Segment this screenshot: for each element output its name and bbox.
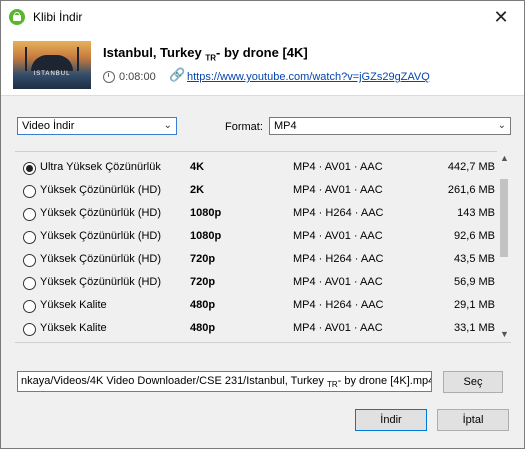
browse-button[interactable]: Seç: [443, 371, 503, 393]
quality-radio[interactable]: [23, 208, 36, 221]
quality-radio[interactable]: [23, 162, 36, 175]
chevron-down-icon: ⌄: [497, 120, 506, 131]
quality-resolution: 720p: [190, 253, 216, 265]
quality-label: Ultra Yüksek Çözünürlük: [40, 161, 161, 173]
quality-size: 33,1 MB: [454, 322, 495, 334]
download-dialog: Klibi İndir ✕ ISTANBUL Istanbul, Turkey …: [0, 0, 525, 449]
chevron-down-icon: ⌄: [163, 120, 172, 131]
quality-size: 56,9 MB: [454, 276, 495, 288]
quality-resolution: 1080p: [190, 207, 222, 219]
download-mode-select[interactable]: Video İndir ⌄: [17, 117, 177, 135]
quality-codec: MP4 · AV01 · AAC: [293, 230, 383, 242]
quality-label: Yüksek Çözünürlük (HD): [40, 207, 162, 219]
scrollbar-thumb[interactable]: [500, 179, 508, 257]
quality-size: 261,6 MB: [447, 184, 495, 196]
quality-resolution: 4K: [190, 161, 205, 173]
quality-option[interactable]: Yüksek Çözünürlük (HD) 720p MP4 · H264 · A…: [15, 250, 495, 273]
window-title: Klibi İndir: [33, 10, 83, 24]
quality-size: 143 MB: [457, 207, 495, 219]
format-label: Format:: [225, 121, 263, 133]
quality-label: Yüksek Kalite: [40, 299, 107, 311]
quality-codec: MP4 · H264 · AAC: [293, 253, 384, 265]
quality-codec: MP4 · H264 · AAC: [293, 207, 384, 219]
video-url-link[interactable]: https://www.youtube.com/watch?v=jGZs29gZ…: [187, 71, 430, 83]
quality-option[interactable]: Yüksek Kalite 480p MP4 · H264 · AAC 29,1 MB: [15, 296, 495, 319]
video-header: ISTANBUL Istanbul, Turkey TR- by drone […: [1, 33, 524, 96]
quality-codec: MP4 · AV01 · AAC: [293, 161, 383, 173]
quality-label: Yüksek Çözünürlük (HD): [40, 230, 162, 242]
quality-size: 442,7 MB: [447, 161, 495, 173]
quality-size: 92,6 MB: [454, 230, 495, 242]
quality-label: Yüksek Kalite: [40, 322, 107, 334]
quality-resolution: 720p: [190, 276, 216, 288]
video-thumbnail: ISTANBUL: [13, 41, 91, 89]
scroll-up-icon[interactable]: ▲: [500, 153, 509, 163]
quality-resolution: 2K: [190, 184, 205, 196]
quality-resolution: 480p: [190, 322, 216, 334]
quality-label: Yüksek Çözünürlük (HD): [40, 276, 162, 288]
link-icon: 🔗: [169, 67, 186, 82]
quality-label: Yüksek Çözünürlük (HD): [40, 184, 162, 196]
quality-option[interactable]: Yüksek Çözünürlük (HD) 720p MP4 · AV01 · A…: [15, 273, 495, 296]
quality-resolution: 1080p: [190, 230, 222, 242]
title-bar: Klibi İndir ✕: [1, 1, 524, 33]
download-button[interactable]: İndir: [355, 409, 427, 431]
scroll-down-icon[interactable]: ▼: [500, 329, 509, 339]
save-path-field[interactable]: nkaya/Videos/4K Video Downloader/CSE 231…: [17, 371, 432, 392]
quality-option[interactable]: Yüksek Çözünürlük (HD) 2K MP4 · AV01 · AAC…: [15, 181, 495, 204]
quality-radio[interactable]: [23, 277, 36, 290]
quality-codec: MP4 · H264 · AAC: [293, 299, 384, 311]
cancel-button[interactable]: İptal: [437, 409, 509, 431]
quality-list: Ultra Yüksek Çözünürlük 4K MP4 · AV01 · AA…: [15, 151, 511, 343]
thumbnail-caption: ISTANBUL: [33, 71, 71, 77]
format-select[interactable]: MP4 ⌄: [269, 117, 511, 135]
quality-radio[interactable]: [23, 185, 36, 198]
quality-option[interactable]: Ultra Yüksek Çözünürlük 4K MP4 · AV01 · AA…: [15, 158, 495, 181]
quality-codec: MP4 · AV01 · AAC: [293, 184, 383, 196]
quality-radio[interactable]: [23, 254, 36, 267]
quality-radio[interactable]: [23, 231, 36, 244]
quality-option[interactable]: Yüksek Kalite 480p MP4 · AV01 · AAC 33,1 MB: [15, 319, 495, 342]
quality-size: 29,1 MB: [454, 299, 495, 311]
quality-option[interactable]: Yüksek Çözünürlük (HD) 1080p MP4 · H264 · …: [15, 204, 495, 227]
quality-radio[interactable]: [23, 323, 36, 336]
video-title: Istanbul, Turkey TR- by drone [4K]: [103, 45, 308, 63]
quality-size: 43,5 MB: [454, 253, 495, 265]
quality-label: Yüksek Çözünürlük (HD): [40, 253, 162, 265]
quality-codec: MP4 · AV01 · AAC: [293, 322, 383, 334]
close-button[interactable]: ✕: [478, 1, 524, 33]
app-lock-icon: [9, 9, 25, 25]
clock-icon: [103, 71, 115, 83]
video-duration: 0:08:00: [119, 71, 156, 83]
quality-list-scrollbar[interactable]: ▲ ▼: [497, 151, 511, 341]
quality-codec: MP4 · AV01 · AAC: [293, 276, 383, 288]
quality-resolution: 480p: [190, 299, 216, 311]
quality-option[interactable]: Yüksek Çözünürlük (HD) 1080p MP4 · AV01 · …: [15, 227, 495, 250]
quality-radio[interactable]: [23, 300, 36, 313]
